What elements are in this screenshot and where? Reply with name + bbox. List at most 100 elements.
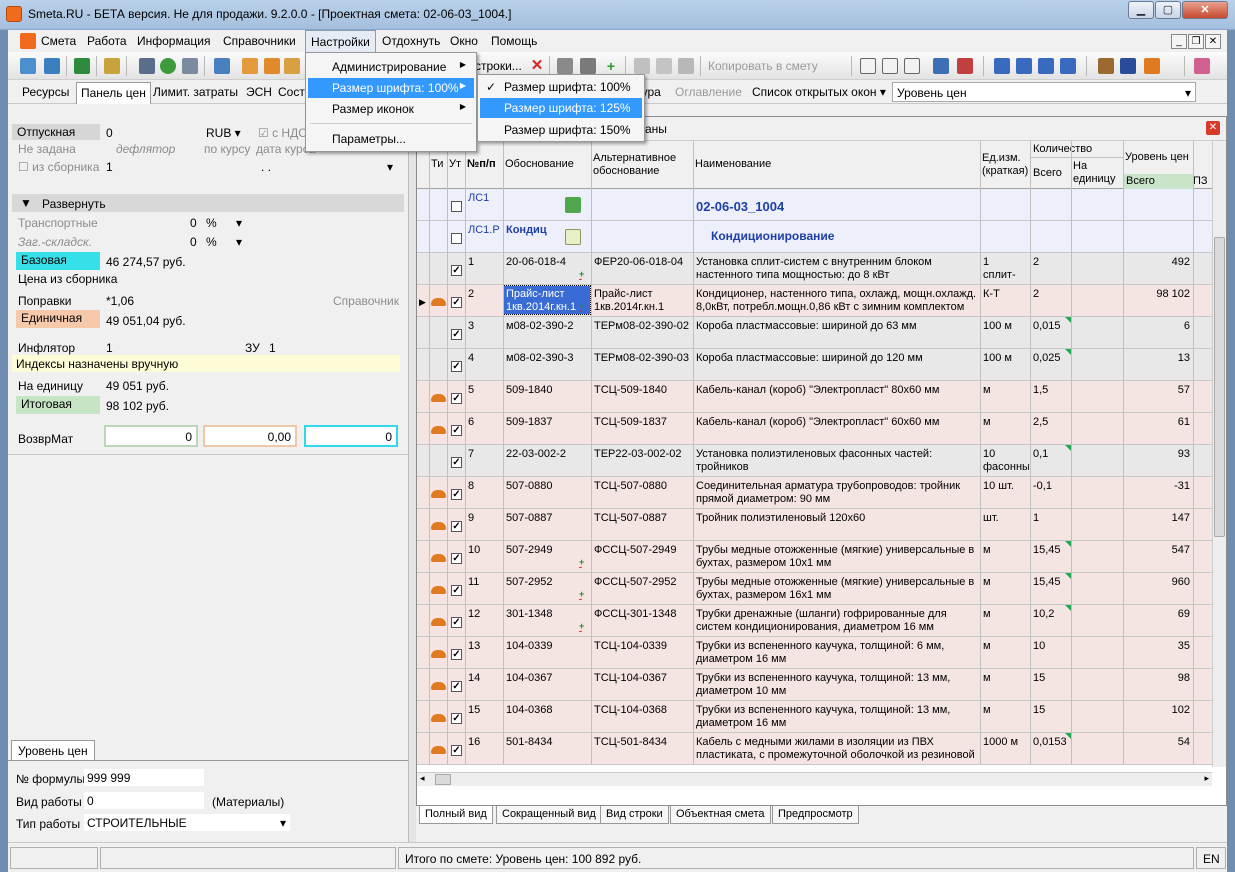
resource3-icon[interactable] [284,58,300,74]
pc-icon[interactable] [860,58,876,74]
scrollbar-thumb[interactable] [1214,237,1225,537]
font-size-150[interactable]: Размер шрифта: 150% [480,120,642,140]
table-row[interactable]: ✓ 14 104-0367 ТСЦ-104-0367 Трубки из вспенен… [417,669,1212,701]
copy-to-smeta-button[interactable]: Копировать в смету [708,59,818,73]
eraser-icon[interactable] [1194,58,1210,74]
collection-chevron-icon[interactable]: ▾ [387,160,393,174]
tab-full-view[interactable]: Полный вид [419,806,493,824]
row-checkbox[interactable]: ✓ [451,681,462,692]
row-checkbox[interactable]: ✓ [451,649,462,660]
close-button[interactable]: ✕ [1182,1,1228,19]
row-checkbox[interactable]: ✓ [451,425,462,436]
undo-icon[interactable] [182,58,198,74]
menu-okno[interactable]: Окно [450,34,478,48]
close-icon[interactable]: ✕ [1206,121,1220,135]
hscroll-thumb[interactable] [435,774,451,785]
mdi-restore-button[interactable]: ❐ [1188,34,1204,49]
zag-value[interactable]: 0 [190,235,197,249]
row-checkbox[interactable]: ✓ [451,393,462,404]
zag-chevron-icon[interactable]: ▾ [236,235,242,249]
itogovaya-label[interactable]: Итоговая [16,396,100,414]
menu-info[interactable]: Информация [137,34,210,48]
rs-icon[interactable] [882,58,898,74]
table-row[interactable]: ✓ 1 20-06-018-4 ФЕР20-06-018-04 Установка сп… [417,253,1212,294]
tree-add-icon[interactable] [20,58,36,74]
table-row[interactable]: ✓ 16 501-8434 ТСЦ-501-8434 Кабель с медными … [417,733,1212,765]
menu-item-params[interactable]: Параметры... [308,129,474,149]
insert2-icon[interactable] [580,58,596,74]
menu-spravochniki[interactable]: Справочники [223,34,296,48]
row-checkbox[interactable]: ✓ [451,745,462,756]
truck-icon[interactable] [1120,58,1136,74]
col-num[interactable]: №п/п [467,158,496,171]
document-icon[interactable] [565,229,581,245]
col-alt[interactable]: Альтернативное обоснование [593,152,689,178]
tab-resources[interactable]: Ресурсы [22,85,69,99]
row-checkbox[interactable]: ✓ [451,297,462,308]
zu-value[interactable]: 1 [269,341,276,355]
vozvrmat-input-3[interactable]: 0 [304,425,398,447]
section-checkbox[interactable] [451,201,462,212]
work-type-select[interactable]: СТРОИТЕЛЬНЫЕ ▾ [84,814,290,831]
col-obosn[interactable]: Обоснование [505,158,574,171]
table-row[interactable]: ✓ 15 104-0368 ТСЦ-104-0368 Трубки из вспенен… [417,701,1212,733]
plus-minus-icon[interactable]: + - [579,302,587,316]
work-kind-input[interactable]: 0 [84,792,204,809]
menu-item-admin[interactable]: Администрирование ▶ [308,57,474,77]
strokes-button[interactable]: строки... [475,59,522,73]
maximize-button[interactable]: ▢ [1155,1,1181,19]
book-icon[interactable] [565,197,581,213]
collection-value[interactable]: 1 [106,160,113,174]
indent-icon[interactable] [994,58,1010,74]
table-row[interactable]: ✓ 13 104-0339 ТСЦ-104-0339 Трубки из вспенен… [417,637,1212,669]
hammer-icon[interactable] [1098,58,1114,74]
formula-input[interactable]: 999 999 [84,769,204,786]
row-checkbox[interactable]: ✓ [451,553,462,564]
excel-icon[interactable] [74,58,90,74]
tab-oglavlenie[interactable]: Оглавление [675,85,742,99]
plus-minus-icon[interactable]: + - [579,622,587,636]
tab-price-level[interactable]: Уровень цен [11,740,95,761]
paste-icon[interactable] [678,58,694,74]
table-row[interactable]: ✓ 5 509-1840 ТСЦ-509-1840 Кабель-канал (коро… [417,381,1212,413]
col-qty-unit[interactable]: На единицу [1073,160,1121,186]
col-ut[interactable]: Ут [449,158,461,171]
otpusknaya-value[interactable]: 0 [106,126,113,140]
save-icon[interactable] [139,58,155,74]
col-level-total[interactable]: Всего [1126,175,1155,188]
row-checkbox[interactable]: ✓ [451,489,462,500]
row-checkbox[interactable]: ✓ [451,361,462,372]
align2-icon[interactable] [1060,58,1076,74]
insert-icon[interactable] [557,58,573,74]
edinichnaya-label[interactable]: Единичная [16,310,100,328]
table-row[interactable]: ✓ 7 22-03-002-2 ТЕР22-03-002-02 Установка по… [417,445,1212,477]
hand-icon[interactable] [1144,58,1160,74]
transport-chevron-icon[interactable]: ▾ [236,216,242,230]
scroll-right-icon[interactable]: ▸ [1204,773,1209,784]
mdi-close-button[interactable]: ✕ [1205,34,1221,49]
resource2-icon[interactable] [264,58,280,74]
col-ti[interactable]: Ти [431,158,443,171]
menu-otdohnut[interactable]: Отдохнуть [382,34,440,48]
plus-minus-icon[interactable]: + - [579,558,587,572]
from-collection-checkbox[interactable]: ☐ из сборника [18,160,99,174]
table-row[interactable]: ✓ 8 507-0880 ТСЦ-507-0880 Соединительная арм… [417,477,1212,509]
table-row[interactable]: ✓ 10 507-2949 ФССЦ-507-2949 Трубы медные ото… [417,541,1212,573]
table-row[interactable]: ✓ 11 507-2952 ФССЦ-507-2952 Трубы медные ото… [417,573,1212,605]
find-icon[interactable] [104,58,120,74]
row-checkbox[interactable]: ✓ [451,521,462,532]
table-row[interactable]: ✓ 4 м08-02-390-3 ТЕРм08-02-390-03 Короба пла… [417,349,1212,381]
col-level[interactable]: Уровень цен [1125,151,1189,164]
tree-del-icon[interactable] [957,58,973,74]
menu-smeta[interactable]: Смета [41,34,76,48]
transport-value[interactable]: 0 [190,216,197,230]
minimize-button[interactable]: ▁ [1128,1,1154,19]
plus-minus-icon[interactable]: + - [579,590,587,604]
table-row[interactable]: ✓ 12 301-1348 ФССЦ-301-1348 Трубки дренажные… [417,605,1212,637]
row-checkbox[interactable]: ✓ [451,265,462,276]
table-row[interactable]: ▶ ✓ 2 Прайс-лист 1кв.2014г.кн.1 Прайс-лист 1… [417,285,1212,317]
level-dropdown[interactable]: Уровень цен ▾ [892,82,1196,102]
cut-icon[interactable] [634,58,650,74]
horizontal-scrollbar[interactable]: ◂ ▸ [417,772,1212,786]
nds-checkbox[interactable]: ☑ с НДС [258,126,307,140]
